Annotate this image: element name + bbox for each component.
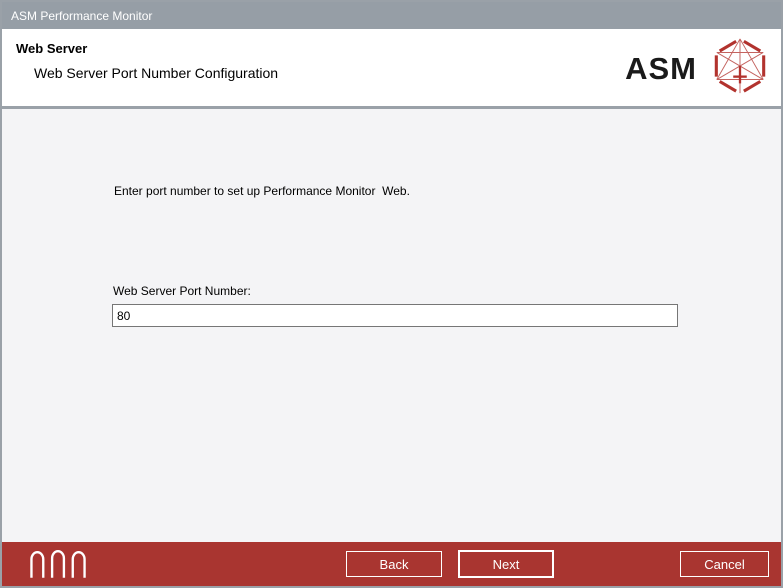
back-button[interactable]: Back xyxy=(346,551,442,577)
header-titles: Web Server Web Server Port Number Config… xyxy=(16,41,278,81)
wizard-body: Enter port number to set up Performance … xyxy=(2,112,781,540)
step-title: Web Server xyxy=(16,41,88,56)
step-subtitle: Web Server Port Number Configuration xyxy=(34,65,279,81)
window-title: ASM Performance Monitor xyxy=(11,8,153,23)
next-button[interactable]: Next xyxy=(458,550,554,578)
wizard-header: Web Server Web Server Port Number Config… xyxy=(2,29,781,109)
wizard-footer: Back Next Cancel xyxy=(2,542,781,586)
installer-window: ASM Performance Monitor Web Server Web S… xyxy=(0,0,783,588)
port-number-input[interactable] xyxy=(112,304,678,327)
title-bar: ASM Performance Monitor xyxy=(2,2,781,29)
asm-polyhedron-icon xyxy=(711,37,769,100)
brand-logo-text: ASM xyxy=(625,50,697,86)
cancel-button[interactable]: Cancel xyxy=(680,551,769,577)
instruction-text: Enter port number to set up Performance … xyxy=(114,184,410,198)
brand-logo: ASM xyxy=(625,37,769,100)
triple-arch-icon xyxy=(29,549,88,583)
port-number-label: Web Server Port Number: xyxy=(113,284,251,298)
